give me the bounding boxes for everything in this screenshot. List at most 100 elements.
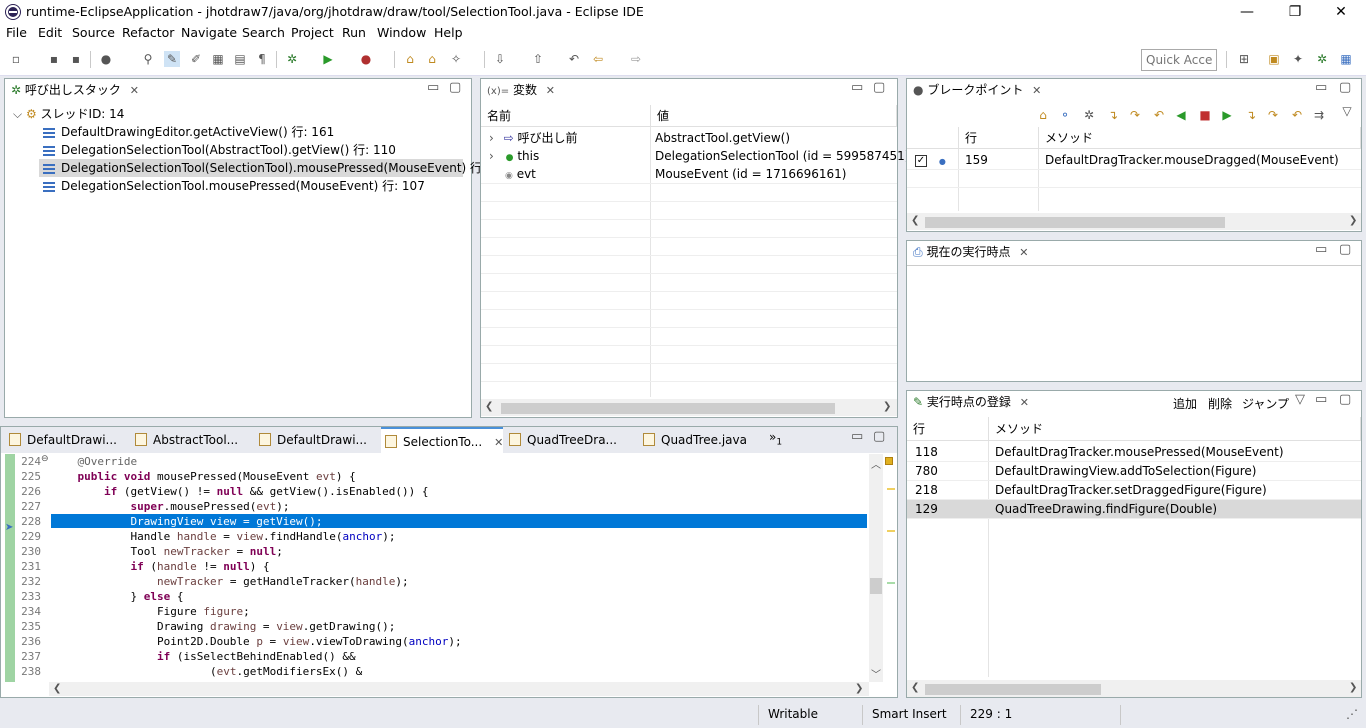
point-method[interactable]: DefaultDrawingView.addToSelection(Figure… bbox=[995, 462, 1256, 480]
scroll-right-icon[interactable]: ❯ bbox=[1349, 215, 1357, 226]
add-button[interactable]: 追加 bbox=[1173, 395, 1197, 412]
point-line[interactable]: 118 bbox=[915, 443, 938, 461]
col-method[interactable]: メソッド bbox=[1039, 127, 1361, 149]
stack-frame-row[interactable]: DelegationSelectionTool.mousePressed(Mou… bbox=[43, 177, 425, 195]
editor-tab[interactable]: QuadTreeDra... bbox=[505, 427, 629, 453]
maximize-icon[interactable]: ▢ bbox=[873, 80, 885, 95]
new-icon[interactable]: ▫ bbox=[8, 51, 24, 67]
scroll-down-icon[interactable]: ﹀ bbox=[871, 666, 881, 681]
tab-registered-points[interactable]: ✎ 実行時点の登録 ✕ bbox=[907, 391, 1031, 413]
close-button[interactable]: ✕ bbox=[1318, 0, 1364, 24]
save-icon[interactable]: ▪ bbox=[46, 51, 62, 67]
last-edit-icon[interactable]: ↶ bbox=[566, 51, 582, 67]
drop-frame-icon[interactable]: ↶ bbox=[1289, 107, 1305, 123]
stack-frame-row-selected[interactable]: DelegationSelectionTool(SelectionTool).m… bbox=[39, 159, 513, 177]
fold-icon[interactable]: ⊖ bbox=[41, 454, 49, 464]
view-menu-icon[interactable]: ▽ bbox=[1295, 392, 1305, 407]
prev-annotation-icon[interactable]: ⇧ bbox=[530, 51, 546, 67]
tab-variables[interactable]: (x)= 変数 ✕ bbox=[481, 79, 555, 101]
step-over-icon[interactable]: ↷ bbox=[1127, 107, 1143, 123]
tab-callstack[interactable]: ✲ 呼び出しスタック ✕ bbox=[5, 79, 139, 101]
scroll-right-icon[interactable]: ❯ bbox=[855, 683, 863, 694]
scroll-right-icon[interactable]: ❯ bbox=[883, 401, 891, 412]
menu-run[interactable]: Run bbox=[342, 25, 366, 40]
point-method[interactable]: DefaultDragTracker.setDraggedFigure(Figu… bbox=[995, 481, 1267, 499]
scroll-left-icon[interactable]: ❮ bbox=[485, 401, 493, 412]
minimize-icon[interactable]: ▭ bbox=[851, 429, 863, 444]
editor-tab-active[interactable]: SelectionTo... ✕ bbox=[381, 427, 503, 453]
show-whitespace-icon[interactable]: ▤ bbox=[232, 51, 248, 67]
scroll-left-icon[interactable]: ❮ bbox=[53, 683, 61, 694]
remove-button[interactable]: 削除 bbox=[1208, 395, 1232, 412]
scroll-left-icon[interactable]: ❮ bbox=[911, 215, 919, 226]
debug-icon[interactable]: ✲ bbox=[284, 51, 300, 67]
stack-frame-row[interactable]: DelegationSelectionTool(AbstractTool).ge… bbox=[43, 141, 396, 159]
vertical-scrollbar[interactable]: ︿ ﹀ bbox=[869, 454, 883, 682]
breakpoint-row[interactable]: ✓ ● bbox=[915, 151, 946, 169]
resume-icon[interactable]: ▶ bbox=[1219, 107, 1235, 123]
scroll-right-icon[interactable]: ❯ bbox=[1349, 682, 1357, 693]
code-area[interactable]: 224 225 226 227 228 229 230 231 232 233 … bbox=[1, 454, 869, 682]
menu-navigate[interactable]: Navigate bbox=[181, 25, 237, 40]
terminate-icon[interactable]: ■ bbox=[1197, 107, 1213, 123]
chevron-right-icon[interactable]: › bbox=[489, 131, 494, 145]
java-perspective-icon[interactable]: ▣ bbox=[1266, 51, 1282, 67]
warning-marker-icon[interactable] bbox=[885, 457, 893, 465]
user-icon[interactable]: ● bbox=[98, 51, 114, 67]
editor-tab[interactable]: AbstractTool... bbox=[131, 427, 251, 453]
maximize-icon[interactable]: ▢ bbox=[449, 80, 461, 95]
jump-button[interactable]: ジャンプ bbox=[1242, 395, 1289, 412]
tab-breakpoints[interactable]: ● ブレークポイント ✕ bbox=[907, 79, 1041, 101]
scrollbar-thumb[interactable] bbox=[925, 684, 1101, 695]
point-line[interactable]: 129 bbox=[915, 500, 938, 518]
col-line[interactable]: 行 bbox=[959, 127, 1039, 149]
scroll-up-icon[interactable]: ︿ bbox=[871, 456, 881, 471]
minimize-icon[interactable]: ▭ bbox=[1315, 80, 1327, 95]
wand-icon[interactable]: ✧ bbox=[448, 51, 464, 67]
menu-edit[interactable]: Edit bbox=[38, 25, 62, 40]
horizontal-scrollbar[interactable]: ❮ ❯ bbox=[907, 213, 1361, 230]
col-value[interactable]: 値 bbox=[651, 105, 897, 127]
step-into-icon[interactable]: ↴ bbox=[1105, 107, 1121, 123]
menu-help[interactable]: Help bbox=[434, 25, 463, 40]
restore-button[interactable]: ❐ bbox=[1272, 0, 1318, 24]
close-icon[interactable]: ✕ bbox=[1019, 246, 1028, 259]
custom-perspective-icon[interactable]: ▦ bbox=[1338, 51, 1354, 67]
scroll-left-icon[interactable]: ❮ bbox=[911, 682, 919, 693]
menu-refactor[interactable]: Refactor bbox=[122, 25, 174, 40]
run-icon[interactable]: ▶ bbox=[320, 51, 336, 67]
close-icon[interactable]: ✕ bbox=[494, 436, 503, 449]
checkbox[interactable]: ✓ bbox=[915, 154, 927, 167]
back-icon[interactable]: ⇦ bbox=[590, 51, 606, 67]
menu-source[interactable]: Source bbox=[72, 25, 115, 40]
tab-current-point[interactable]: ⎙ 現在の実行時点 ✕ bbox=[907, 241, 1031, 263]
chevron-right-icon[interactable]: › bbox=[489, 149, 494, 163]
occurrence-marker[interactable] bbox=[887, 530, 895, 532]
next-annotation-icon[interactable]: ⇩ bbox=[492, 51, 508, 67]
editor-tab[interactable]: QuadTree.java bbox=[639, 427, 759, 453]
variable-row[interactable]: ◉ evt bbox=[505, 165, 536, 183]
chevron-down-icon[interactable]: ⌵ bbox=[13, 107, 22, 121]
col-method[interactable]: メソッド bbox=[989, 417, 1361, 441]
close-icon[interactable]: ✕ bbox=[1020, 396, 1029, 409]
col-line[interactable]: 行 bbox=[907, 417, 989, 441]
close-icon[interactable]: ✕ bbox=[546, 84, 555, 97]
minimize-button[interactable]: — bbox=[1224, 0, 1270, 24]
step-over-next-icon[interactable]: ↷ bbox=[1265, 107, 1281, 123]
col-name[interactable]: 名前 bbox=[481, 105, 651, 127]
open-type-icon[interactable]: ⌂ bbox=[402, 51, 418, 67]
step-return-icon[interactable]: ↶ bbox=[1151, 107, 1167, 123]
menu-window[interactable]: Window bbox=[377, 25, 426, 40]
close-icon[interactable]: ✕ bbox=[130, 84, 139, 97]
open-perspective-icon[interactable]: ⊞ bbox=[1236, 51, 1252, 67]
forward-icon[interactable]: ⇨ bbox=[628, 51, 644, 67]
minimize-icon[interactable]: ▭ bbox=[1315, 392, 1327, 407]
point-line[interactable]: 218 bbox=[915, 481, 938, 499]
horizontal-scrollbar[interactable]: ❮ ❯ bbox=[49, 682, 869, 696]
highlight-icon[interactable]: ✎ bbox=[164, 51, 180, 67]
variable-row[interactable]: › ⇨ 呼び出し前 bbox=[489, 129, 578, 147]
menu-search[interactable]: Search bbox=[242, 25, 285, 40]
connect-icon[interactable]: ⚬ bbox=[1057, 107, 1073, 123]
paragraph-icon[interactable]: ¶ bbox=[254, 51, 270, 67]
step-next-icon[interactable]: ↴ bbox=[1243, 107, 1259, 123]
